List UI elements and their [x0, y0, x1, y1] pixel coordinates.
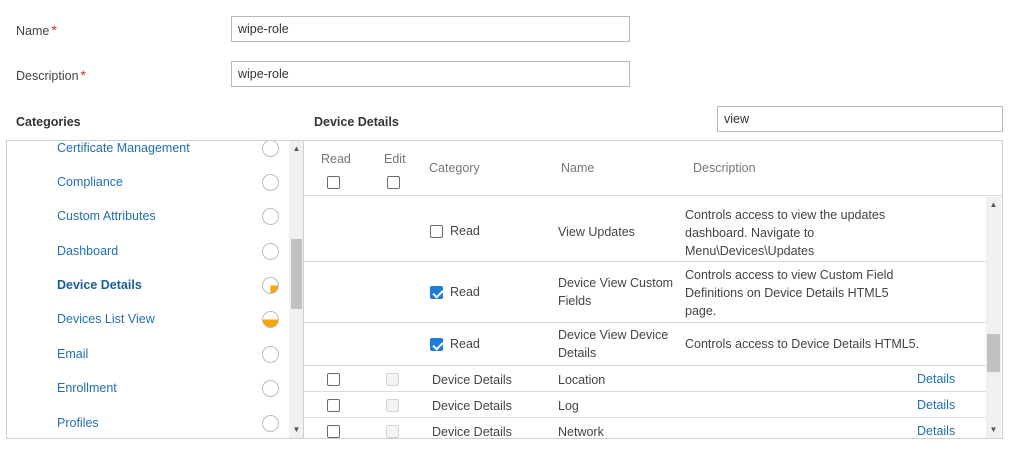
permission-status-icon	[262, 174, 279, 191]
details-link[interactable]: Details	[917, 398, 955, 412]
description-input[interactable]	[231, 61, 630, 87]
row-name: Log	[558, 399, 579, 413]
scroll-up-arrow-icon[interactable]: ▲	[986, 199, 1001, 211]
row-divider	[304, 365, 986, 366]
description-label: Description *	[16, 67, 86, 83]
category-item[interactable]: Device Details	[57, 278, 277, 292]
category-item[interactable]: Devices List View	[57, 312, 277, 326]
permission-description: page.	[685, 304, 717, 318]
row-category: Device Details	[432, 373, 512, 387]
read-permission-checkbox[interactable]	[430, 225, 443, 238]
scroll-down-arrow-icon[interactable]: ▼	[289, 424, 303, 436]
category-item[interactable]: Compliance	[57, 175, 277, 189]
col-edit-header: Edit	[384, 152, 406, 166]
permission-status-icon	[262, 346, 279, 363]
edit-checkbox	[386, 425, 399, 438]
permission-status-icon	[262, 208, 279, 225]
header-divider	[304, 195, 1002, 196]
description-label-text: Description	[16, 69, 79, 83]
row-category: Device Details	[432, 425, 512, 439]
permission-description: Controls access to view Custom Field	[685, 268, 894, 282]
details-title: Device Details	[314, 115, 399, 129]
category-item[interactable]: Enrollment	[57, 381, 277, 395]
permission-label: Read	[450, 285, 480, 299]
details-link[interactable]: Details	[917, 372, 955, 386]
permission-name: Details	[558, 346, 597, 360]
permission-name: Fields	[558, 294, 592, 308]
categories-title: Categories	[16, 115, 81, 129]
row-category: Device Details	[432, 399, 512, 413]
permission-status-icon	[262, 380, 279, 397]
permission-status-icon	[262, 141, 279, 157]
permission-label: Read	[450, 337, 480, 351]
permission-name: Device View Custom	[558, 276, 674, 290]
row-divider	[304, 417, 986, 418]
permission-status-icon	[262, 415, 279, 432]
row-divider	[304, 391, 986, 392]
row-name: Location	[558, 373, 606, 387]
category-item[interactable]: Custom Attributes	[57, 209, 277, 223]
name-label: Name *	[16, 22, 57, 38]
details-scrollbar[interactable]: ▲ ▼	[986, 197, 1001, 438]
permission-name: Device View Device	[558, 328, 669, 342]
name-label-text: Name	[16, 24, 50, 38]
permission-description: Controls access to view the updates	[685, 208, 886, 222]
permission-label: Read	[450, 224, 480, 238]
required-mark: *	[51, 22, 57, 38]
permission-status-icon	[262, 311, 279, 328]
edit-checkbox	[386, 399, 399, 412]
scroll-up-arrow-icon[interactable]: ▲	[289, 143, 303, 155]
details-link[interactable]: Details	[917, 424, 955, 438]
search-input[interactable]	[717, 106, 1003, 132]
col-category-header: Category	[429, 161, 480, 175]
row-divider	[304, 261, 986, 262]
col-description-header: Description	[693, 161, 756, 175]
permission-description: Definitions on Device Details HTML5	[685, 286, 889, 300]
details-scroll-thumb[interactable]	[987, 334, 1000, 372]
edit-checkbox	[386, 373, 399, 386]
category-item[interactable]: Email	[57, 347, 277, 361]
required-mark: *	[80, 67, 86, 83]
name-input[interactable]	[231, 16, 630, 42]
select-all-edit-checkbox[interactable]	[387, 176, 400, 189]
scroll-down-arrow-icon[interactable]: ▼	[986, 424, 1001, 436]
category-item[interactable]: Dashboard	[57, 244, 277, 258]
read-checkbox[interactable]	[327, 425, 340, 438]
col-name-header: Name	[561, 161, 595, 175]
read-permission-checkbox[interactable]	[430, 338, 443, 351]
read-checkbox[interactable]	[327, 373, 340, 386]
read-permission-checkbox[interactable]	[430, 286, 443, 299]
select-all-read-checkbox[interactable]	[327, 176, 340, 189]
categories-scrollbar[interactable]: ▲ ▼	[289, 141, 303, 438]
col-read-header: Read	[321, 152, 351, 166]
permission-status-icon	[262, 277, 279, 294]
permission-status-icon	[262, 243, 279, 260]
categories-list: Certificate Management Compliance Custom A…	[6, 140, 304, 439]
permission-description: dashboard. Navigate to	[685, 226, 815, 240]
row-divider	[304, 322, 986, 323]
row-name: Network	[558, 425, 604, 439]
category-item[interactable]: Certificate Management	[57, 141, 277, 155]
categories-scroll-thumb[interactable]	[291, 239, 302, 309]
permission-name: View Updates	[558, 225, 635, 239]
permissions-table: Read Edit Category Name Description Read…	[304, 140, 1003, 439]
permission-description: Menu\Devices\Updates	[685, 244, 815, 258]
permission-description: Controls access to Device Details HTML5.	[685, 337, 920, 351]
read-checkbox[interactable]	[327, 399, 340, 412]
category-item[interactable]: Profiles	[57, 416, 277, 430]
